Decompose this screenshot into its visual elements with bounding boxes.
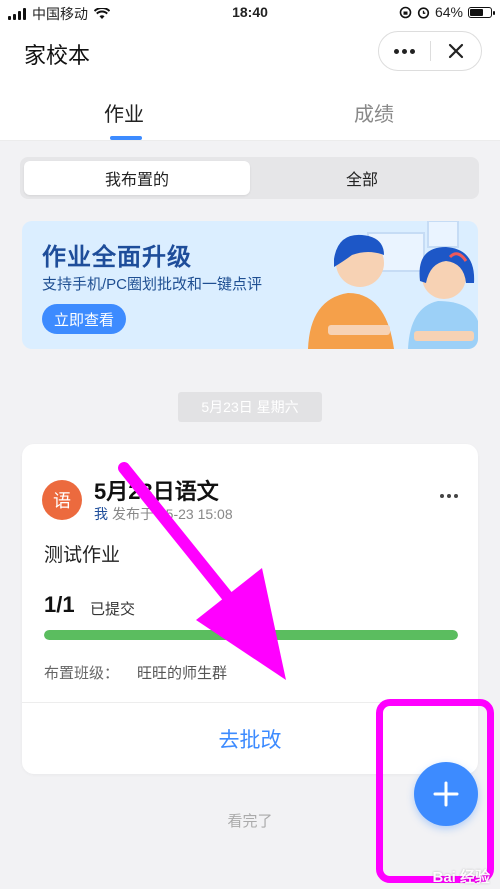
miniapp-capsule <box>378 31 482 71</box>
homework-title: 5月23日语文 <box>94 479 219 504</box>
homework-content: 测试作业 <box>44 545 121 566</box>
banner-view-button[interactable]: 立即查看 <box>42 304 127 334</box>
assigned-class-label: 布置班级： <box>44 665 120 682</box>
battery-icon <box>468 6 495 18</box>
publish-time: 发布于 05-23 15:08 <box>112 506 233 522</box>
tab-active-indicator <box>110 136 142 140</box>
card-more-button[interactable] <box>440 494 458 498</box>
close-icon <box>448 43 463 59</box>
assigned-class: 布置班级： 旺旺的师生群 <box>44 662 227 683</box>
subject-badge: 语 <box>42 480 82 520</box>
battery-percent: 64% <box>434 4 463 20</box>
tab-bar: 作业 成绩 <box>0 78 500 141</box>
submission-progress-bar <box>44 630 458 640</box>
submission-progress-fill <box>44 630 458 640</box>
submission-count: 1/1 <box>44 592 75 617</box>
watermark-logo: Bai 经验 <box>432 869 490 886</box>
close-button[interactable] <box>431 32 482 70</box>
more-button[interactable] <box>379 32 430 70</box>
segment-all[interactable]: 全部 <box>249 161 475 195</box>
annotation-highlight-box <box>376 699 494 883</box>
alarm-icon <box>417 6 430 19</box>
tab-scores[interactable]: 成绩 <box>354 98 394 127</box>
page-title: 家校本 <box>24 43 91 68</box>
filter-segment: 我布置的 全部 <box>20 157 479 199</box>
promo-banner[interactable]: 作业全面升级 支持手机/PC圈划批改和一键点评 立即查看 <box>22 221 478 349</box>
status-bar: 中国移动 18:40 64% <box>0 0 500 26</box>
segment-mine[interactable]: 我布置的 <box>24 161 250 195</box>
assigned-class-name: 旺旺的师生群 <box>137 665 228 682</box>
title-bar: 家校本 <box>0 26 500 78</box>
more-dots-icon <box>440 494 458 498</box>
students-illustration <box>308 221 478 349</box>
status-right: 64% <box>399 4 495 20</box>
homework-meta: 我发布于 05-23 15:08 <box>94 504 233 524</box>
publisher-label: 我 <box>94 506 108 522</box>
orientation-lock-icon <box>399 6 412 18</box>
banner-title: 作业全面升级 <box>42 244 192 271</box>
submission-label: 已提交 <box>90 601 136 618</box>
tab-homework[interactable]: 作业 <box>104 98 144 127</box>
date-separator: 5月23日 星期六 <box>178 392 322 422</box>
banner-subtitle: 支持手机/PC圈划批改和一键点评 <box>42 276 263 293</box>
more-dots-icon <box>393 48 415 54</box>
